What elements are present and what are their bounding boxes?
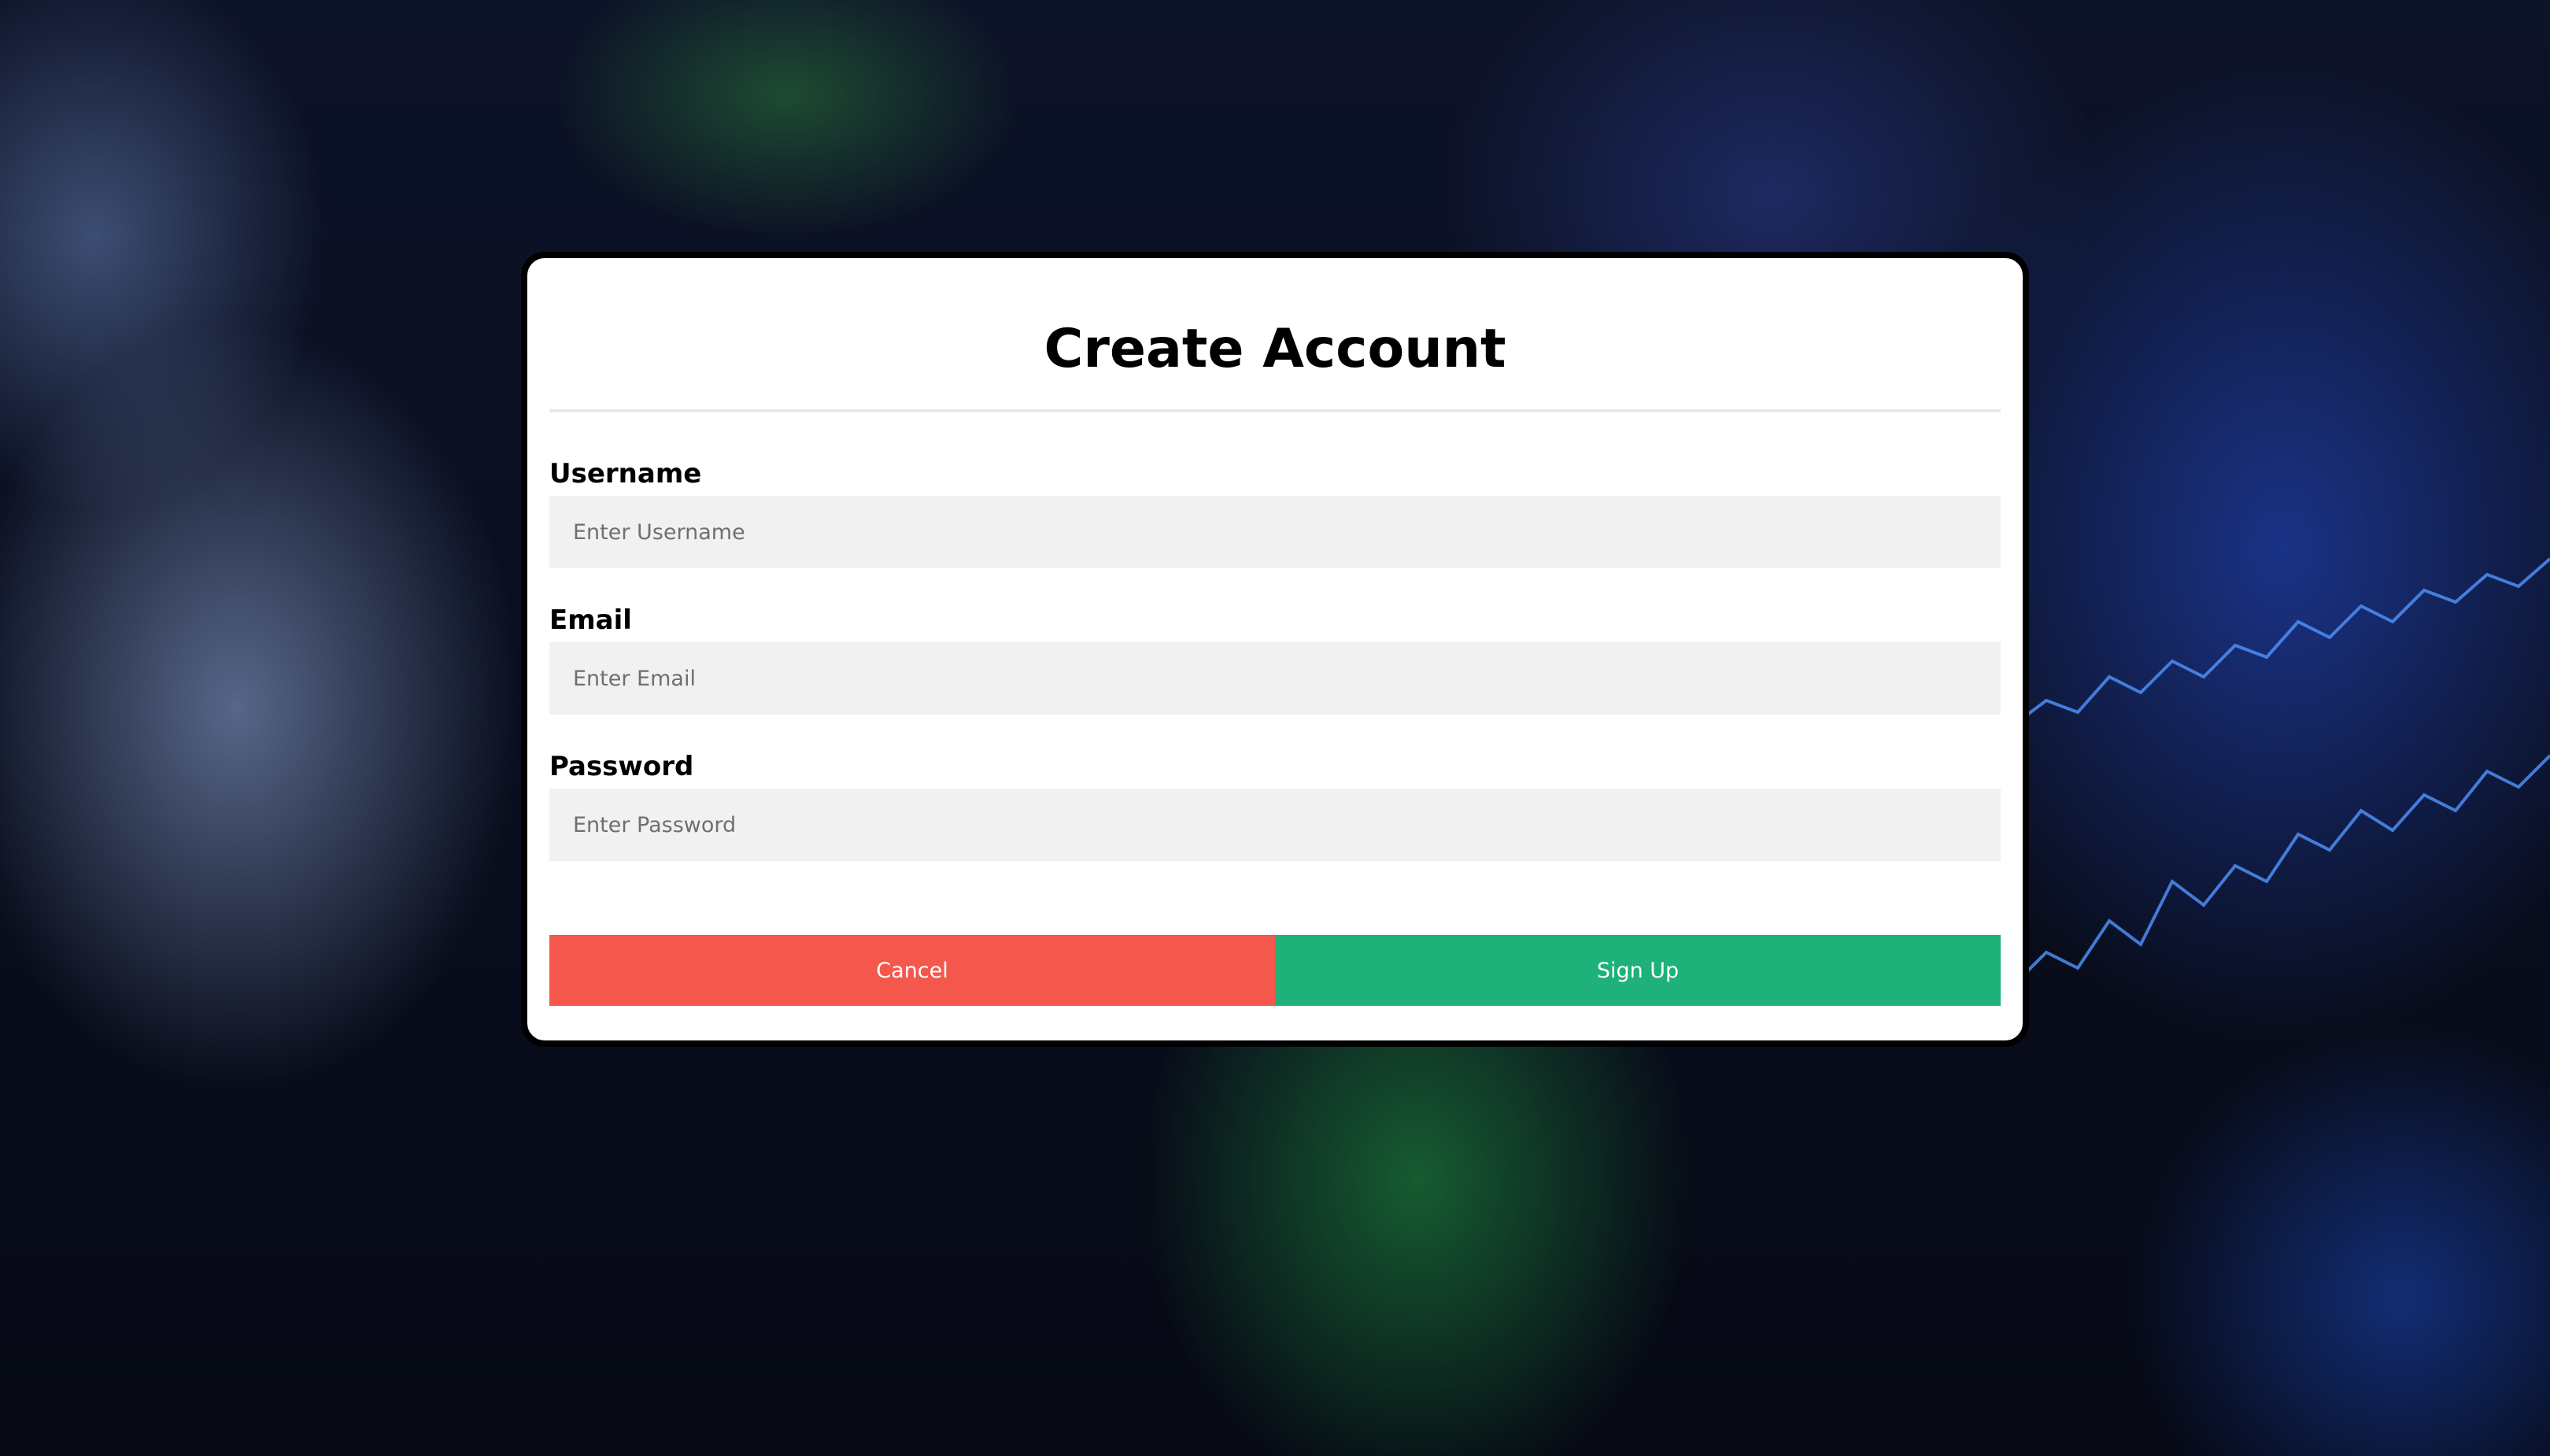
username-input[interactable] <box>549 496 2001 568</box>
title-divider <box>549 409 2001 412</box>
password-input[interactable] <box>549 789 2001 861</box>
password-label: Password <box>549 751 694 782</box>
background-line-chart <box>2015 557 2550 985</box>
sign-up-button[interactable]: Sign Up <box>1275 935 2001 1006</box>
modal-title: Create Account <box>1044 318 1506 380</box>
email-label: Email <box>549 604 632 636</box>
cancel-button[interactable]: Cancel <box>549 935 1275 1006</box>
create-account-modal: Create Account Username Email Password C… <box>521 252 2029 1047</box>
email-input[interactable] <box>549 642 2001 715</box>
username-label: Username <box>549 458 702 490</box>
